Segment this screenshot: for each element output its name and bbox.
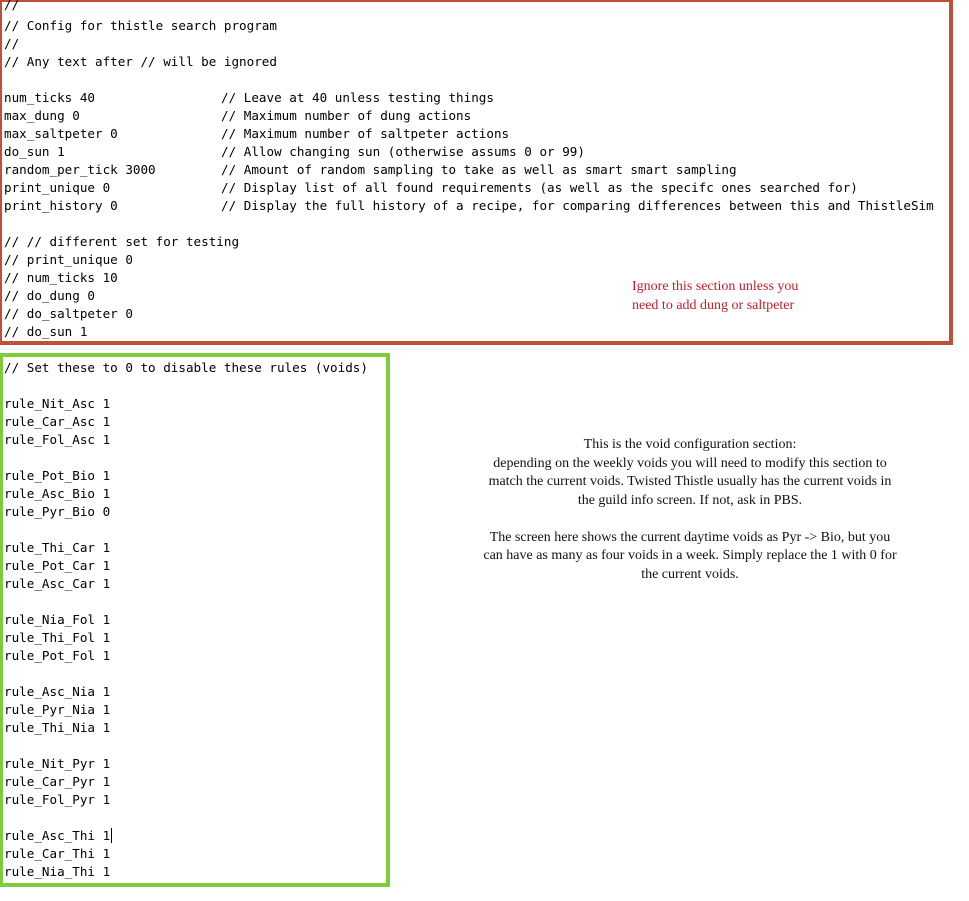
header-comment-line: //	[4, 36, 20, 51]
void-rule-line[interactable]: rule_Nia_Fol 1	[4, 611, 110, 629]
note-line: The screen here shows the current daytim…	[489, 529, 891, 545]
setting-comment: // Allow changing sun (otherwise assums …	[221, 144, 585, 159]
dung-saltpeter-note: Ignore this section unless you need to a…	[632, 277, 798, 315]
setting-line: print_unique 0	[4, 180, 111, 195]
void-rule-line[interactable]: rule_Nit_Asc 1	[4, 395, 110, 413]
header-comment-line: // Config for thistle search program	[4, 18, 277, 33]
void-section-header: // Set these to 0 to disable these rules…	[4, 360, 368, 375]
setting-line: num_ticks 40	[4, 90, 95, 105]
void-rule-line[interactable]: rule_Asc_Car 1	[4, 575, 110, 593]
header-comment-line: //	[4, 0, 20, 12]
void-rule-line[interactable]: rule_Pyr_Nia 1	[4, 701, 110, 719]
setting-comment: // Amount of random sampling to take as …	[221, 162, 737, 177]
testing-comment-line: // // different set for testing	[4, 234, 240, 249]
setting-comment: // Maximum number of saltpeter actions	[221, 126, 510, 141]
note-line: the guild info screen. If not, ask in PB…	[577, 492, 803, 508]
void-instructions-note: This is the void configuration section: d…	[440, 436, 940, 584]
testing-comment-line: // print_unique 0	[4, 252, 133, 267]
note-line: match the current voids. Twisted Thistle…	[488, 474, 892, 489]
void-rule-line[interactable]: rule_Pyr_Bio 0	[4, 503, 110, 521]
header-comment-line: // Any text after // will be ignored	[4, 54, 277, 69]
text-cursor	[111, 828, 113, 843]
void-rule-line[interactable]: rule_Thi_Car 1	[4, 539, 110, 557]
note-line: can have as many as four voids in a week…	[483, 548, 897, 563]
setting-comment: // Display list of all found requirement…	[221, 180, 858, 195]
note-line: Ignore this section unless you	[632, 279, 799, 294]
testing-comment-line: // do_dung 0	[4, 288, 95, 303]
note-line: need to add dung or saltpeter	[632, 298, 795, 313]
void-rule-line[interactable]: rule_Asc_Bio 1	[4, 485, 110, 503]
void-rule-line[interactable]: rule_Nia_Thi 1	[4, 863, 110, 881]
testing-comment-line: // num_ticks 10	[4, 270, 118, 285]
void-rule-line[interactable]: rule_Asc_Thi 1	[4, 827, 113, 845]
setting-line: max_saltpeter 0	[4, 126, 118, 141]
testing-comment-line: // do_saltpeter 0	[4, 306, 133, 321]
setting-comment: // Display the full history of a recipe,…	[221, 198, 934, 213]
void-rule-line[interactable]: rule_Pot_Bio 1	[4, 467, 110, 485]
setting-line: print_history 0	[4, 198, 118, 213]
void-rule-line[interactable]: rule_Pot_Car 1	[4, 557, 110, 575]
void-rule-line[interactable]: rule_Car_Pyr 1	[4, 773, 110, 791]
void-rule-line[interactable]: rule_Fol_Pyr 1	[4, 791, 110, 809]
void-rule-line[interactable]: rule_Pot_Fol 1	[4, 647, 110, 665]
testing-comment-line: // do_sun 1	[4, 324, 88, 339]
void-rule-line[interactable]: rule_Car_Asc 1	[4, 413, 110, 431]
void-rule-line[interactable]: rule_Thi_Nia 1	[4, 719, 110, 737]
note-line: depending on the weekly voids you will n…	[493, 455, 887, 471]
setting-comment: // Leave at 40 unless testing things	[221, 90, 494, 105]
note-line	[440, 510, 940, 529]
void-rule-line[interactable]: rule_Car_Thi 1	[4, 845, 110, 863]
note-line: This is the void configuration section:	[583, 437, 797, 452]
void-rule-line[interactable]: rule_Thi_Fol 1	[4, 629, 110, 647]
note-line: the current voids.	[641, 566, 739, 582]
setting-comment: // Maximum number of dung actions	[221, 108, 472, 123]
setting-line: random_per_tick 3000	[4, 162, 156, 177]
void-rule-line[interactable]: rule_Nit_Pyr 1	[4, 755, 110, 773]
setting-line: do_sun 1	[4, 144, 65, 159]
void-rule-line[interactable]: rule_Asc_Nia 1	[4, 683, 110, 701]
setting-line: max_dung 0	[4, 108, 80, 123]
void-rule-line[interactable]: rule_Fol_Asc 1	[4, 431, 110, 449]
